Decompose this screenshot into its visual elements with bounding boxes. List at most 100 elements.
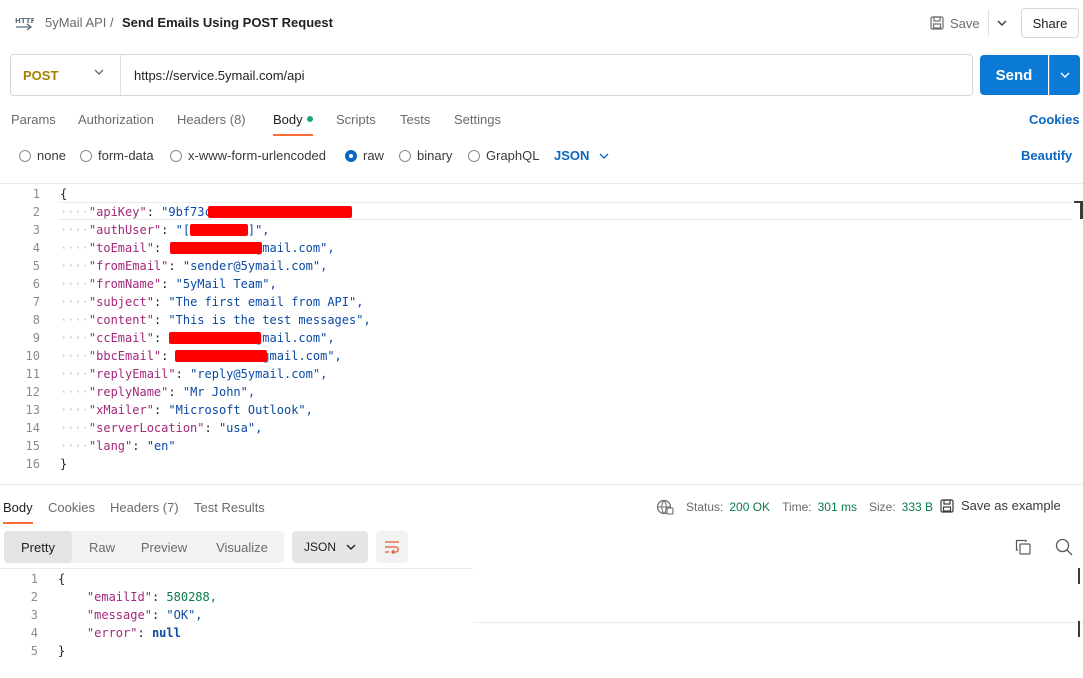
url-input[interactable] [121, 55, 972, 95]
response-format-select[interactable]: JSON [292, 531, 368, 563]
json-colon: : [153, 403, 169, 417]
brace: { [58, 572, 66, 586]
size-label: Size: [868, 500, 896, 514]
share-button[interactable]: Share [1021, 8, 1079, 38]
indent-guide: ···· [60, 331, 89, 345]
json-value: "The first email from API", [168, 295, 364, 309]
indent-guide: ···· [60, 277, 89, 291]
json-colon: : [153, 313, 169, 327]
json-colon: : [153, 295, 169, 309]
response-scrollbar[interactable] [1078, 568, 1080, 584]
code-line: 7 ····"subject": "The first email from AP… [0, 293, 1083, 311]
search-icon[interactable] [1055, 538, 1073, 556]
status-value[interactable]: 200 OK [729, 500, 770, 514]
indent-guide: ···· [60, 241, 89, 255]
json-colon: : [153, 241, 169, 255]
response-tab-body[interactable]: Body [3, 500, 33, 524]
code-line: 11 ····"replyEmail": "reply@5ymail.com", [0, 365, 1083, 383]
json-colon: : [168, 259, 183, 273]
request-body-editor[interactable]: 1{2····"apiKey": "9bf73c[redacted]5142d7… [0, 183, 1083, 485]
tab-body-label: Body [273, 112, 303, 127]
json-colon: : [204, 421, 219, 435]
save-as-example-label: Save as example [961, 498, 1061, 513]
response-body-editor[interactable]: 1{2 "emailId": 580288, 3 "message": "OK",… [0, 568, 473, 658]
tab-settings[interactable]: Settings [454, 112, 501, 127]
line-number: 14 [25, 421, 40, 435]
chevron-down-icon [997, 20, 1006, 26]
brace: } [60, 457, 68, 471]
tab-body[interactable]: Body [273, 112, 313, 136]
cookies-link[interactable]: Cookies [1029, 112, 1080, 127]
tab-headers[interactable]: Headers (8) [177, 112, 246, 127]
save-as-example-button[interactable]: Save as example [940, 498, 1061, 513]
beautify-button[interactable]: Beautify [1021, 148, 1072, 163]
line-text: "message": "OK", [58, 606, 203, 624]
json-key: "authUser" [88, 223, 162, 237]
body-format-select[interactable]: JSON [554, 148, 609, 163]
tab-params[interactable]: Params [11, 112, 56, 127]
json-key: "xMailer" [88, 403, 154, 417]
json-colon: : [168, 385, 183, 399]
save-options-button[interactable] [988, 10, 1014, 36]
response-tab-headers[interactable]: Headers (7) [110, 500, 179, 515]
json-colon: : [151, 608, 167, 622]
send-options-button[interactable] [1049, 55, 1080, 95]
response-status-bar: Status: 200 OK Time: 301 ms Size: 333 B [656, 499, 933, 515]
copy-icon[interactable] [1015, 539, 1031, 555]
tab-authorization[interactable]: Authorization [78, 112, 154, 127]
indent-guide: ···· [60, 349, 89, 363]
line-text: { [60, 185, 67, 203]
radio-urlencoded[interactable]: x-www-form-urlencoded [170, 148, 326, 163]
json-key: "content" [88, 313, 154, 327]
chevron-down-icon [1060, 72, 1070, 78]
tab-scripts[interactable]: Scripts [336, 112, 376, 127]
radio-form-data[interactable]: form-data [80, 148, 154, 163]
wrap-lines-icon [385, 541, 399, 554]
line-text: "error": null [58, 624, 181, 642]
send-button[interactable]: Send [980, 55, 1048, 95]
network-icon[interactable] [656, 499, 674, 515]
request-title[interactable]: Send Emails Using POST Request [122, 15, 333, 30]
line-number: 16 [25, 457, 40, 471]
code-line: 8 ····"content": "This is the test messag… [0, 311, 1083, 329]
view-preview[interactable]: Preview [132, 531, 196, 563]
json-key: "bbcEmail" [88, 349, 162, 363]
http-icon: HTTP [15, 17, 34, 31]
indent-guide: ···· [60, 421, 89, 435]
line-number: 2 [32, 205, 40, 219]
radio-graphql[interactable]: GraphQL [468, 148, 539, 163]
save-button[interactable]: Save [930, 12, 980, 34]
json-colon: : [151, 590, 167, 604]
radio-label: form-data [98, 148, 154, 163]
time-value[interactable]: 301 ms [818, 500, 857, 514]
response-divider [473, 622, 1083, 623]
method-select[interactable]: POST [11, 55, 121, 95]
json-value: "Microsoft Outlook", [168, 403, 313, 417]
tab-tests[interactable]: Tests [400, 112, 430, 127]
json-value: "Mr John", [182, 385, 256, 399]
view-pretty[interactable]: Pretty [4, 531, 72, 563]
radio-none[interactable]: none [19, 148, 66, 163]
size-value[interactable]: 333 B [902, 500, 933, 514]
view-raw[interactable]: Raw [74, 531, 130, 563]
code-line: 13 ····"xMailer": "Microsoft Outlook", [0, 401, 1083, 419]
view-visualize[interactable]: Visualize [200, 531, 284, 563]
radio-raw[interactable]: raw [345, 148, 384, 163]
response-tab-cookies[interactable]: Cookies [48, 500, 95, 515]
radio-binary[interactable]: binary [399, 148, 452, 163]
line-text: ····"replyName": "Mr John", [60, 383, 255, 401]
json-key: "replyName" [88, 385, 169, 399]
code-line: 2····"apiKey": "9bf73c[redacted]5142d76"… [0, 203, 1083, 221]
line-text: { [58, 570, 65, 588]
chevron-down-icon [599, 153, 609, 159]
svg-text:HTTP: HTTP [15, 17, 34, 25]
response-tab-test-results[interactable]: Test Results [194, 500, 265, 515]
code-line: 2 "emailId": 580288, [0, 588, 473, 606]
wrap-lines-button[interactable] [376, 531, 408, 563]
response-scroll-marker [1078, 621, 1080, 637]
breadcrumb-collection[interactable]: 5yMail API [45, 15, 106, 30]
json-key: "lang" [88, 439, 133, 453]
json-key: "message" [86, 608, 152, 622]
code-line: 16} [0, 455, 1083, 473]
line-number: 4 [32, 241, 40, 255]
